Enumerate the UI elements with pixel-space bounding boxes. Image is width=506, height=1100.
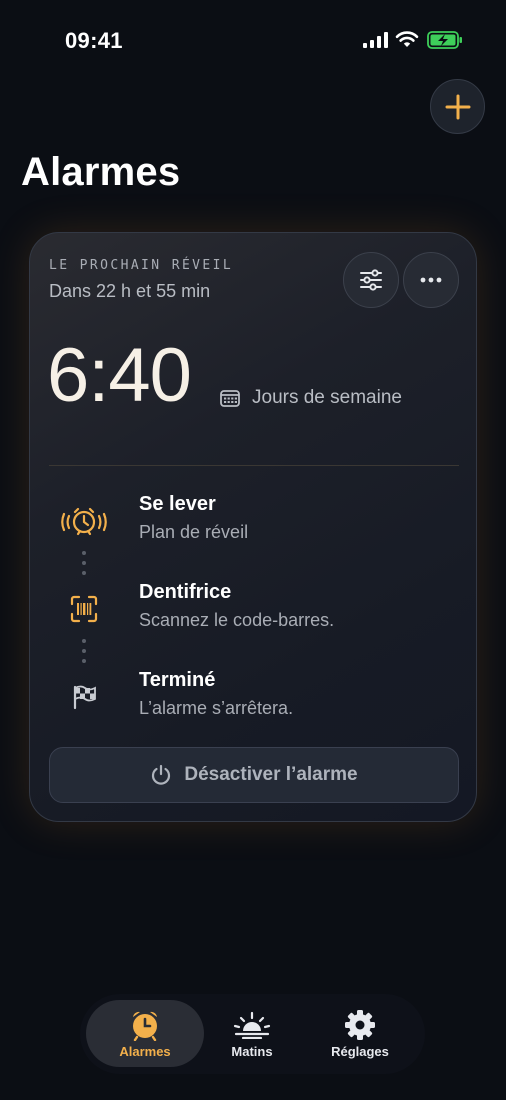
gear-icon: [345, 1010, 375, 1040]
ellipsis-icon: [420, 277, 442, 283]
deactivate-alarm-button[interactable]: Désactiver l’alarme: [49, 747, 459, 803]
alarm-countdown: Dans 22 h et 55 min: [49, 281, 211, 301]
tab-label: Réglages: [331, 1044, 389, 1059]
step-connector: [82, 551, 86, 581]
step-connector: [82, 639, 86, 669]
routine-step[interactable]: Dentifrice Scannez le code-barres.: [30, 579, 470, 639]
calendar-icon: [220, 390, 240, 407]
step-subtitle: Scannez le code-barres.: [139, 610, 335, 630]
page-title: Alarmes: [21, 150, 181, 194]
routine-step[interactable]: Terminé L’alarme s’arrêtera.: [30, 667, 470, 727]
tab-bar: Alarmes Matins Réglages: [80, 994, 425, 1074]
wifi-icon: [395, 31, 419, 47]
cellular-signal-icon: [363, 32, 388, 48]
step-subtitle: Plan de réveil: [139, 522, 249, 542]
sliders-icon: [360, 269, 382, 291]
divider: [49, 465, 459, 466]
more-options-button[interactable]: [403, 252, 459, 308]
step-title: Terminé: [139, 669, 216, 691]
alarm-time: 6:40: [47, 333, 192, 418]
power-icon: [152, 764, 171, 785]
step-title: Dentifrice: [139, 581, 232, 603]
status-time: 09:41: [65, 28, 123, 53]
tab-label: Matins: [231, 1044, 273, 1059]
repeat-days: Jours de semaine: [220, 387, 402, 409]
next-alarm-eyebrow: LE PROCHAIN RÉVEIL: [49, 258, 234, 273]
tab-matins[interactable]: Matins: [193, 1000, 311, 1067]
sunrise-icon: [233, 1011, 271, 1039]
barcode-scan-icon: [70, 595, 98, 623]
routine-step[interactable]: Se lever Plan de réveil: [30, 491, 470, 551]
adjust-settings-button[interactable]: [343, 252, 399, 308]
checkered-flag-icon: [73, 685, 96, 710]
tab-reglages[interactable]: Réglages: [301, 1000, 419, 1067]
repeat-days-label: Jours de semaine: [252, 387, 402, 408]
tab-label: Alarmes: [119, 1044, 171, 1059]
add-alarm-button[interactable]: [430, 79, 485, 134]
alarm-clock-icon: [133, 1011, 157, 1041]
step-title: Se lever: [139, 493, 216, 515]
tab-alarmes[interactable]: Alarmes: [86, 1000, 204, 1067]
alarm-ringing-icon: [61, 507, 107, 536]
step-subtitle: L’alarme s’arrêtera.: [139, 698, 294, 718]
plus-icon: [445, 94, 470, 119]
battery-charging-icon: [427, 31, 462, 49]
deactivate-alarm-label: Désactiver l’alarme: [184, 764, 358, 785]
status-bar: 09:41: [0, 0, 506, 80]
next-alarm-card[interactable]: LE PROCHAIN RÉVEIL Dans 22 h et 55 min 6…: [29, 232, 477, 822]
